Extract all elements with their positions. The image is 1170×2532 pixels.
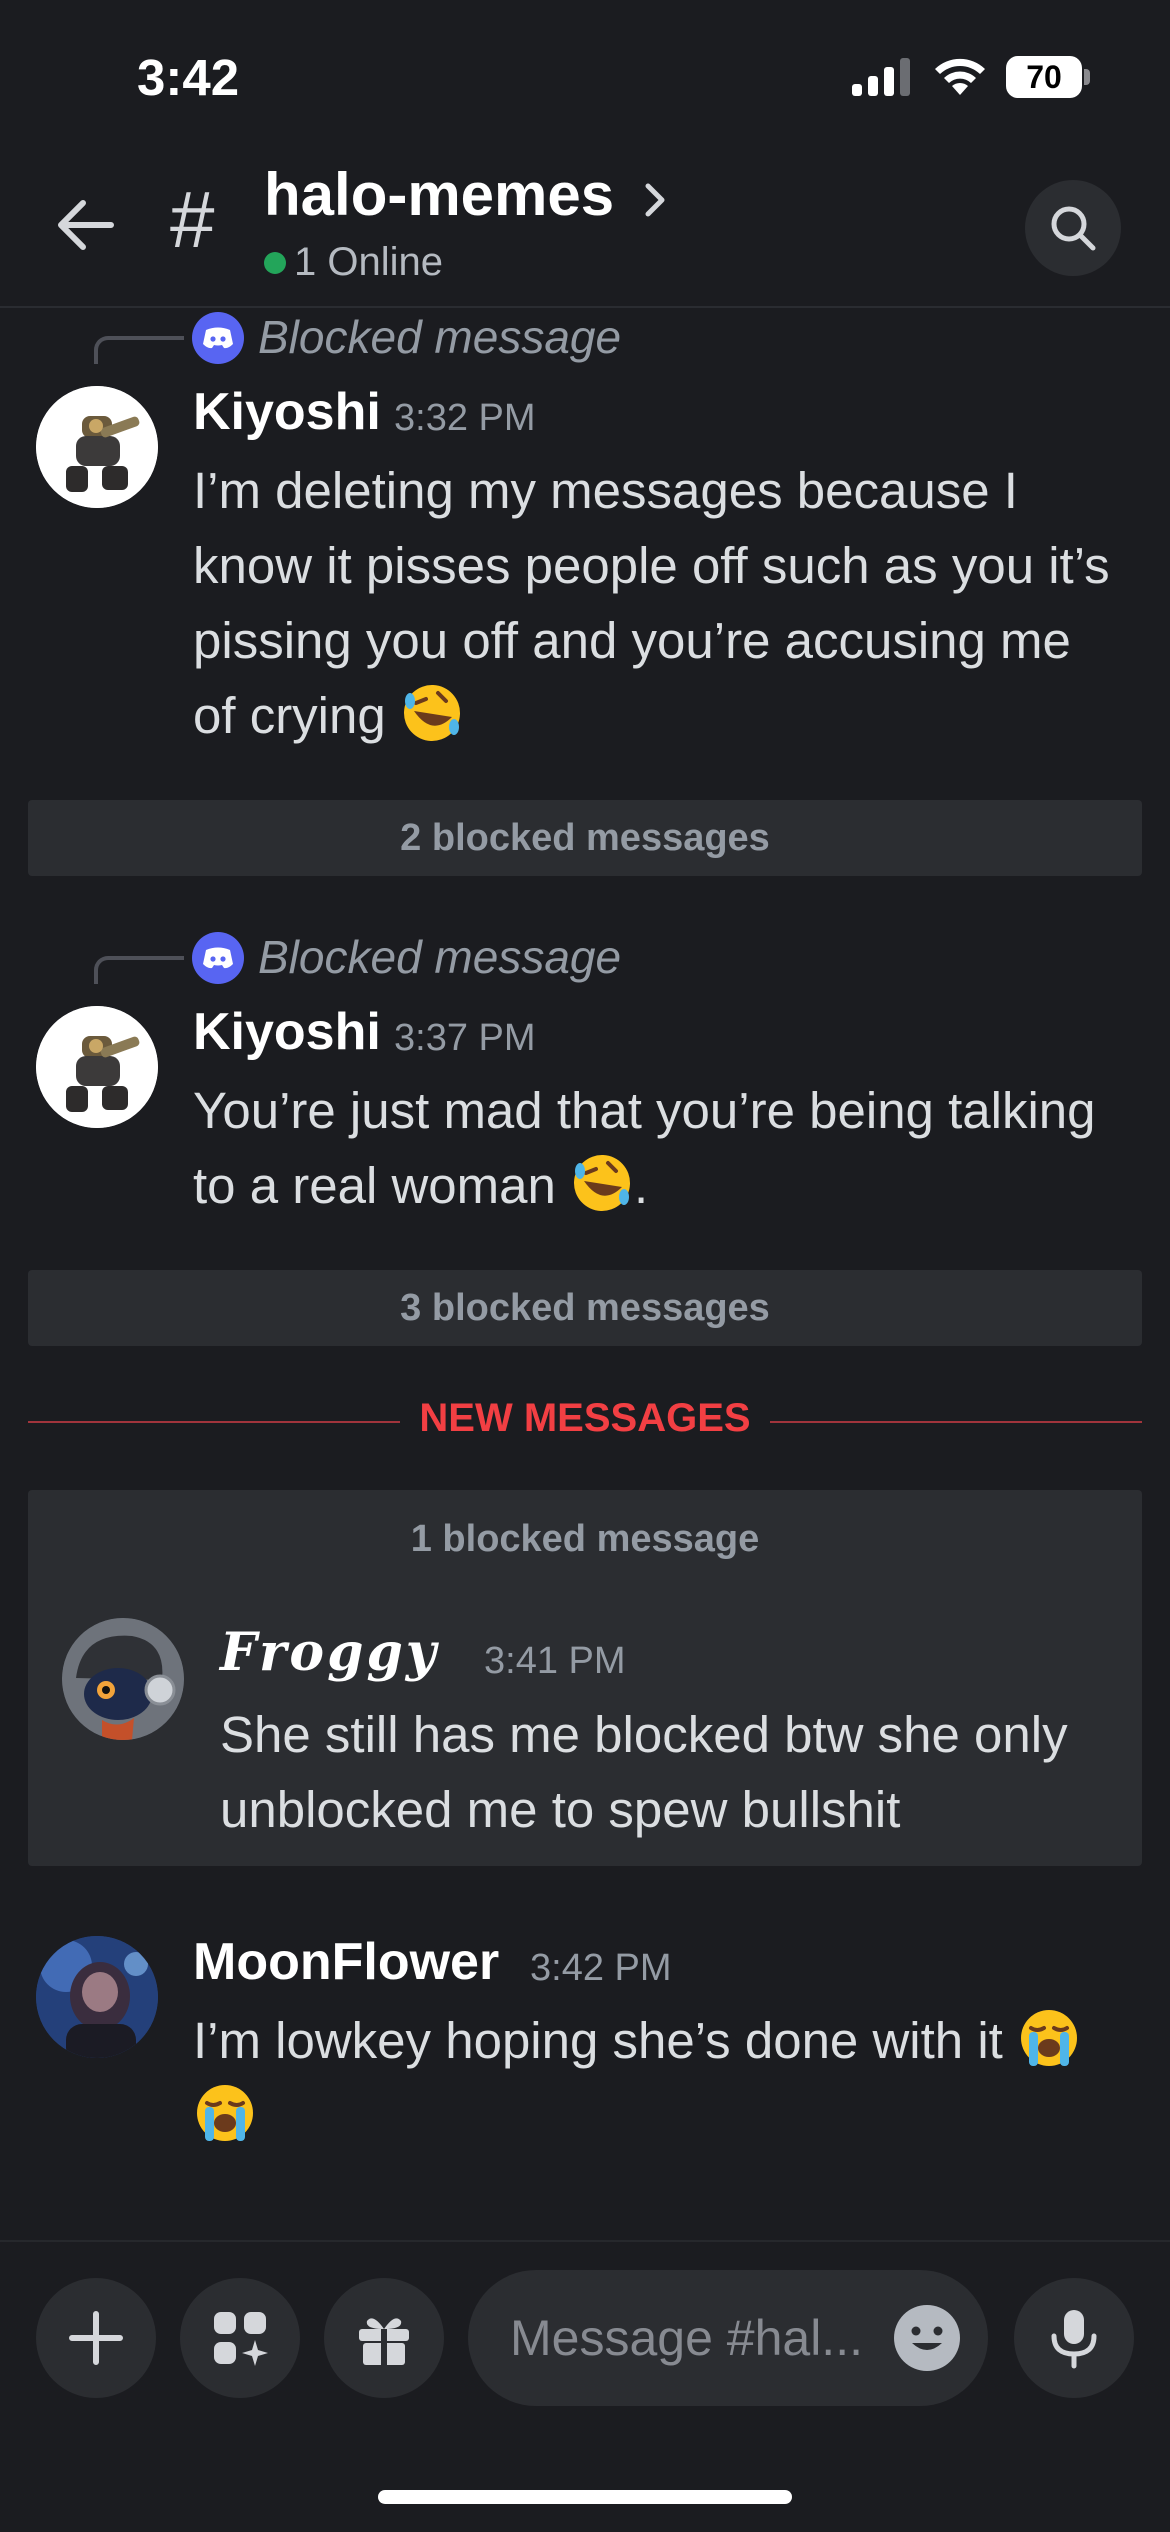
reply-connector <box>94 336 184 364</box>
emoji-picker-button[interactable] <box>894 2305 960 2371</box>
smiley-icon <box>911 2326 943 2350</box>
froggy-avatar-image <box>62 1618 184 1740</box>
attach-button[interactable] <box>36 2278 156 2398</box>
online-status: 1 Online <box>264 240 443 285</box>
search-button[interactable] <box>1025 180 1121 276</box>
new-messages-label: NEW MESSAGES <box>419 1396 751 1440</box>
chevron-right-icon[interactable] <box>640 172 676 228</box>
blocked-reply-reference[interactable]: Blocked message <box>258 930 621 984</box>
message-author[interactable]: Froggy <box>220 1622 439 1683</box>
online-count: 1 Online <box>294 240 443 284</box>
blocked-messages-bar[interactable]: 2 blocked messages <box>28 800 1142 876</box>
message-timestamp: 3:37 PM <box>394 1017 536 1059</box>
avatar[interactable] <box>62 1618 184 1740</box>
online-dot-icon <box>264 251 286 274</box>
microphone-icon <box>1051 2310 1097 2369</box>
message-text: I’m lowkey hoping she’s done with it <box>193 2012 1003 2069</box>
plus-icon <box>69 2311 123 2365</box>
back-button[interactable] <box>50 190 120 260</box>
kiyoshi-avatar-image <box>36 386 158 508</box>
message-text: I’m deleting my messages because I know … <box>193 462 1110 744</box>
loudly-crying-emoji-icon <box>1021 2010 1077 2066</box>
message-content: You’re just mad that you’re being talkin… <box>193 1073 1123 1223</box>
message-content: I’m lowkey hoping she’s done with it <box>193 2003 1153 2153</box>
message-author[interactable]: Kiyoshi <box>193 382 381 442</box>
battery-indicator: 70 <box>1006 56 1090 98</box>
message-content: She still has me blocked btw she only un… <box>220 1697 1120 1847</box>
message-timestamp: 3:42 PM <box>530 1947 672 1989</box>
avatar[interactable] <box>36 1936 158 2058</box>
channel-title[interactable]: halo-memes <box>264 160 614 229</box>
channel-header: # halo-memes 1 Online <box>0 150 1170 308</box>
status-bar: 3:42 70 <box>0 0 1170 150</box>
message-text: She still has me blocked btw she only un… <box>220 1706 1068 1838</box>
apps-sparkle-icon <box>214 2312 268 2366</box>
blocked-messages-bar[interactable]: 1 blocked message <box>28 1518 1142 1561</box>
search-icon <box>1051 206 1096 251</box>
message-composer <box>0 2240 1170 2532</box>
message-author[interactable]: MoonFlower <box>193 1932 499 1992</box>
blocked-messages-bar[interactable]: 3 blocked messages <box>28 1270 1142 1346</box>
loudly-crying-emoji-icon <box>197 2085 253 2141</box>
message-content: I’m deleting my messages because I know … <box>193 453 1123 753</box>
blocked-reply-reference[interactable]: Blocked message <box>258 310 621 364</box>
message-author[interactable]: Kiyoshi <box>193 1002 381 1062</box>
message-text-suffix: . <box>634 1157 649 1214</box>
channel-hash-icon: # <box>170 175 215 264</box>
battery-level: 70 <box>1006 56 1082 98</box>
voice-message-button[interactable] <box>1014 2278 1134 2398</box>
discord-logo-icon <box>192 932 244 984</box>
battery-tip <box>1084 69 1090 85</box>
discord-logo-icon <box>192 312 244 364</box>
avatar[interactable] <box>36 386 158 508</box>
message-timestamp: 3:32 PM <box>394 397 536 439</box>
wifi-icon <box>935 58 985 95</box>
new-messages-divider-left <box>28 1421 400 1423</box>
rolling-laughing-emoji-icon <box>403 685 460 741</box>
home-indicator[interactable] <box>378 2490 792 2504</box>
cellular-signal-icon <box>852 58 910 96</box>
reply-connector <box>94 956 184 984</box>
rolling-laughing-emoji-icon <box>574 1155 631 1211</box>
gift-button[interactable] <box>324 2278 444 2398</box>
moonflower-avatar-image <box>36 1936 158 2058</box>
status-time: 3:42 <box>137 49 240 106</box>
apps-button[interactable] <box>180 2278 300 2398</box>
message-timestamp: 3:41 PM <box>484 1640 626 1682</box>
gift-icon <box>359 2318 409 2365</box>
kiyoshi-avatar-image <box>36 1006 158 1128</box>
arrow-left-icon <box>58 200 114 250</box>
new-messages-divider-right <box>770 1421 1142 1423</box>
avatar[interactable] <box>36 1006 158 1128</box>
